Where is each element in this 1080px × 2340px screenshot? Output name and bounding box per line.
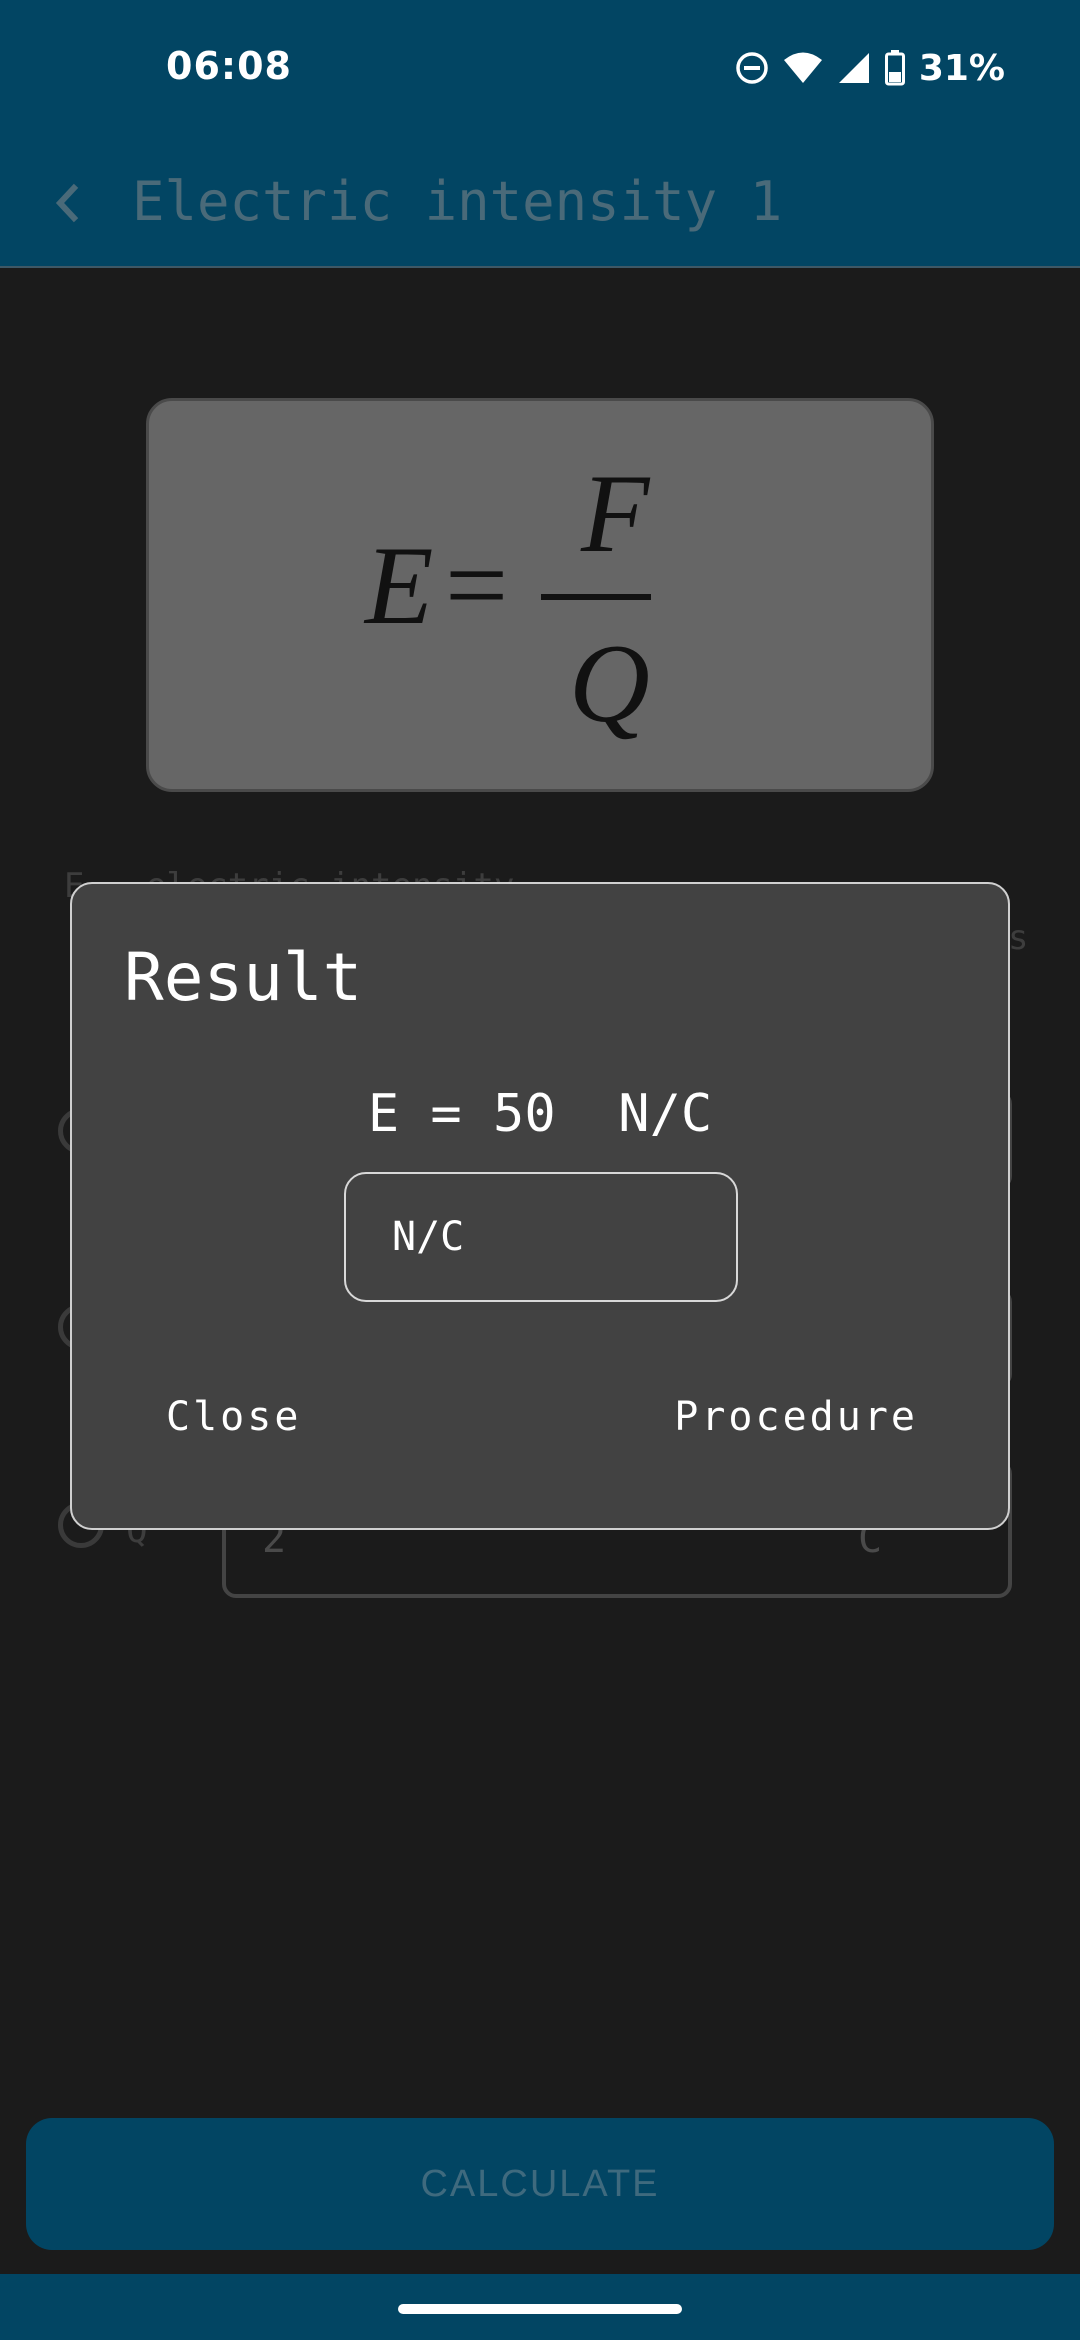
calculate-button[interactable]: CALCULATE — [26, 2118, 1054, 2250]
screen: 06:08 31% Electric intensity 1 E = F Q E… — [0, 0, 1080, 2340]
home-handle[interactable] — [398, 2304, 682, 2314]
result-value: E = 50 N/C — [367, 1084, 713, 1144]
legend-fragment-right: s — [1008, 918, 1029, 958]
page-title: Electric intensity 1 — [132, 170, 783, 233]
formula-lhs: E — [363, 524, 433, 648]
unit-select-value: N/C — [392, 1214, 465, 1260]
status-bar: 06:08 31% — [0, 0, 1080, 140]
procedure-button[interactable]: Procedure — [674, 1392, 918, 1442]
status-time: 06:08 — [166, 44, 292, 88]
unit-select[interactable]: N/C — [344, 1172, 738, 1302]
battery-percent: 31% — [918, 47, 1005, 89]
formula-numerator: F — [580, 452, 651, 576]
fraction-bar — [541, 594, 651, 600]
formula-equals: = — [445, 524, 508, 648]
close-button[interactable]: Close — [166, 1392, 301, 1442]
signal-icon — [838, 53, 869, 83]
navigation-bar — [0, 2274, 1080, 2340]
chevron-left-icon[interactable] — [46, 178, 86, 228]
do-not-disturb-icon — [736, 52, 768, 84]
formula-denominator: Q — [569, 622, 650, 746]
dialog-title: Result — [124, 939, 363, 1016]
status-icons: 31% — [735, 46, 1005, 90]
formula-image: E = F Q — [146, 398, 934, 792]
battery-icon — [884, 50, 905, 86]
result-dialog: Result E = 50 N/C N/C Close Procedure — [70, 882, 1010, 1530]
wifi-icon — [783, 52, 822, 83]
formula-graphic: E = F Q — [363, 452, 651, 746]
app-bar: Electric intensity 1 — [0, 140, 1080, 268]
